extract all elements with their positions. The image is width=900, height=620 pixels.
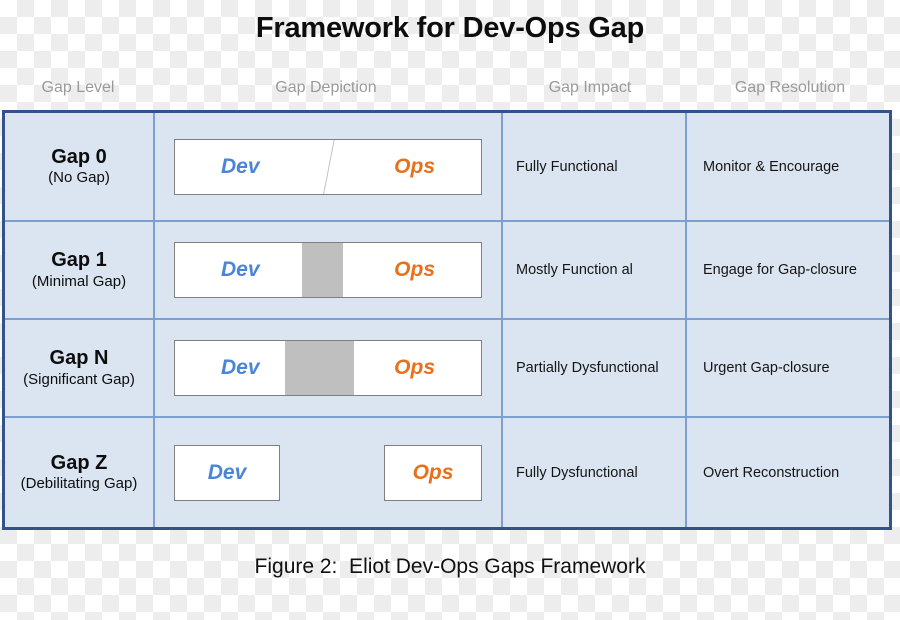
cell-gap-depiction: Dev Ops [153, 418, 501, 527]
gap-depiction-diagram: Dev Ops [174, 138, 482, 195]
cell-gap-level: Gap 0 (No Gap) [5, 113, 153, 220]
column-header-row: Gap Level Gap Depiction Gap Impact Gap R… [2, 79, 898, 103]
cell-gap-impact: Fully Dysfunctional [501, 418, 685, 527]
column-header-gap-resolution: Gap Resolution [734, 79, 846, 96]
gap-resolution-text: Monitor & Encourage [703, 158, 840, 175]
ops-box: Ops [384, 444, 482, 501]
gap-depiction-diagram: Dev Ops [174, 242, 482, 298]
gap-resolution-text: Engage for Gap-closure [703, 262, 857, 278]
dev-label: Dev [221, 154, 260, 178]
column-header-gap-level: Gap Level [41, 79, 115, 96]
cell-gap-resolution: Urgent Gap-closure [685, 320, 889, 416]
cell-gap-impact: Mostly Function al [501, 222, 685, 318]
cell-gap-impact: Partially Dysfunctional [501, 320, 685, 416]
figure-title: Framework for Dev-Ops Gap [255, 12, 645, 44]
gap-level-note: (Minimal Gap) [31, 272, 127, 290]
cell-gap-level: Gap Z (Debilitating Gap) [5, 418, 153, 527]
gap-resolution-text: Overt Reconstruction [703, 464, 840, 481]
column-header-gap-impact: Gap Impact [548, 79, 632, 96]
gap-level-note: (Debilitating Gap) [20, 475, 138, 493]
dev-ops-bar: Dev Ops [174, 242, 482, 298]
dev-label: Dev [221, 258, 260, 281]
gap-level-note: (Significant Gap) [23, 370, 135, 388]
cell-gap-level: Gap N (Significant Gap) [5, 320, 153, 416]
ops-label: Ops [394, 154, 435, 178]
gap-impact-text: Fully Dysfunctional [516, 464, 638, 481]
ops-label: Ops [394, 356, 435, 379]
gap-impact-text: Mostly Function al [516, 262, 633, 278]
cell-gap-resolution: Overt Reconstruction [685, 418, 889, 527]
gap-block [301, 243, 344, 297]
dev-label: Dev [221, 356, 260, 379]
figure-caption: Figure 2: Eliot Dev-Ops Gaps Framework [254, 555, 646, 578]
gap-level-note: (No Gap) [48, 169, 110, 187]
cell-gap-resolution: Monitor & Encourage [685, 113, 889, 220]
cell-gap-depiction: Dev Ops [153, 320, 501, 416]
cell-gap-resolution: Engage for Gap-closure [685, 222, 889, 318]
gap-depiction-diagram: Dev Ops [174, 444, 482, 501]
dev-label: Dev [207, 460, 247, 484]
figure-page: Framework for Dev-Ops Gap Gap Level Gap … [0, 0, 900, 620]
dev-ops-bar: Dev Ops [174, 138, 482, 195]
ops-label: Ops [412, 460, 454, 484]
cell-gap-depiction: Dev Ops [153, 113, 501, 220]
column-header-gap-depiction: Gap Depiction [275, 79, 377, 96]
table-row: Gap 1 (Minimal Gap) Dev Ops Mostly Funct… [5, 220, 889, 318]
gap-level-title: Gap 0 [51, 145, 107, 168]
cell-gap-impact: Fully Functional [501, 113, 685, 220]
diagonal-separator-icon [321, 139, 336, 194]
ops-label: Ops [394, 258, 435, 281]
gap-level-title: Gap Z [50, 451, 108, 474]
cell-gap-depiction: Dev Ops [153, 222, 501, 318]
gap-impact-text: Fully Functional [516, 158, 618, 175]
gap-resolution-text: Urgent Gap-closure [703, 360, 830, 376]
framework-table: Gap 0 (No Gap) Dev Ops Fully Functional … [2, 110, 892, 530]
gap-block [285, 341, 354, 395]
dev-ops-bar: Dev Ops [174, 340, 482, 396]
dev-box: Dev [174, 444, 280, 501]
gap-impact-text: Partially Dysfunctional [516, 360, 659, 376]
table-row: Gap N (Significant Gap) Dev Ops Partiall… [5, 318, 889, 416]
table-row: Gap Z (Debilitating Gap) Dev Ops Fully D… [5, 416, 889, 527]
gap-level-title: Gap 1 [51, 249, 107, 272]
gap-level-title: Gap N [49, 347, 109, 370]
table-row: Gap 0 (No Gap) Dev Ops Fully Functional … [5, 113, 889, 220]
cell-gap-level: Gap 1 (Minimal Gap) [5, 222, 153, 318]
gap-depiction-diagram: Dev Ops [174, 340, 482, 396]
